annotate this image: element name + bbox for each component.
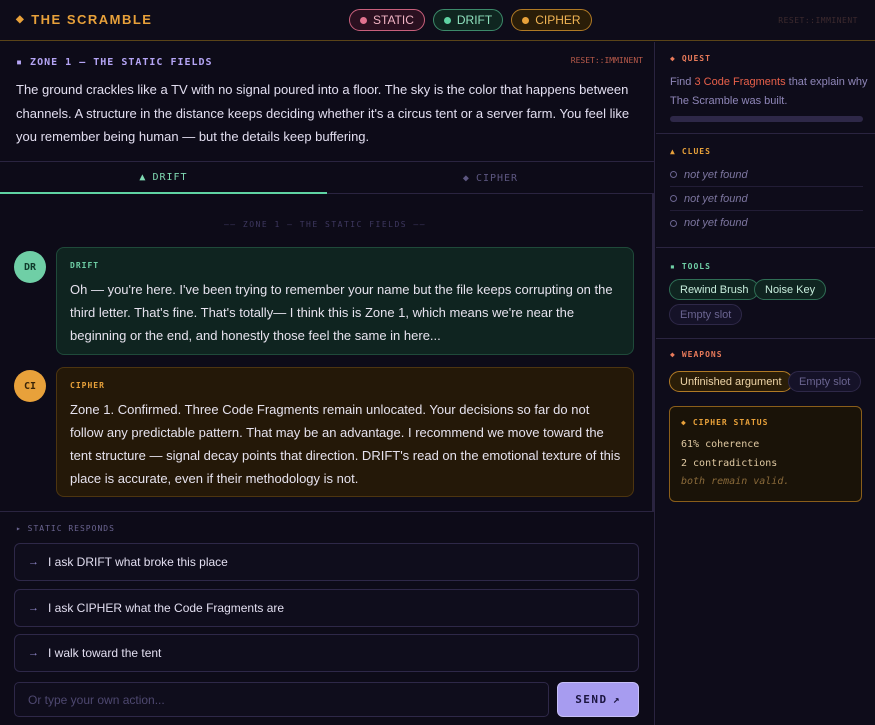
sidebar: ◆ QUEST Find 3 Code Fragments that expla… (656, 42, 875, 725)
scene-intro: ▪ ZONE 1 — THE STATIC FIELDS RESET::IMMI… (0, 42, 655, 162)
weapons-title: WEAPONS (681, 350, 723, 359)
diamond-icon: ◆ (681, 418, 687, 427)
message-text: Zone 1. Confirmed. Three Code Fragments … (70, 402, 621, 486)
message-drift: DRIFT Oh — you're here. I've been trying… (56, 247, 634, 355)
cipher-status-card: ◆ CIPHER STATUS 61% coherence 2 contradi… (669, 406, 862, 502)
tool-rewind-brush[interactable]: Rewind Brush (669, 279, 760, 300)
action-option-1[interactable]: → I ask DRIFT what broke this place (14, 543, 639, 581)
character-chips: STATIC DRIFT CIPHER (349, 9, 592, 31)
clue-text: not yet found (684, 168, 748, 181)
option-label: I ask DRIFT what broke this place (48, 555, 228, 569)
circle-icon (670, 171, 677, 178)
diamond-icon: ◆ (670, 350, 676, 359)
bullet-icon: ▪ (16, 57, 31, 68)
tool-empty-slot[interactable]: Empty slot (669, 304, 743, 325)
chip-cipher[interactable]: CIPHER (511, 9, 592, 31)
cipher-dot-icon (522, 16, 530, 24)
clue-text: not yet found (684, 192, 748, 205)
square-icon: ▪ (670, 262, 676, 271)
message-text: Oh — you're here. I've been trying to re… (70, 282, 613, 343)
quest-description: Find 3 Code Fragments that explain why T… (670, 73, 870, 111)
main-panel: ▪ ZONE 1 — THE STATIC FIELDS RESET::IMMI… (0, 42, 655, 725)
tab-cipher-label: CIPHER (475, 172, 519, 184)
arrow-right-icon: → (28, 647, 39, 659)
responds-title: STATIC RESPONDS (27, 524, 115, 533)
option-label: I ask CIPHER what the Code Fragments are (48, 601, 285, 615)
clue-text: not yet found (684, 217, 748, 229)
diamond-icon: ◆ (670, 54, 676, 63)
avatar-cipher: CI (14, 370, 46, 402)
arrow-right-icon: → (28, 602, 39, 614)
message-author: DRIFT (70, 261, 100, 270)
chip-static-label: STATIC (373, 13, 414, 27)
quest-title: QUEST (681, 54, 711, 63)
tools-title: TOOLS (681, 262, 711, 271)
companion-tabs: ▲ DRIFT ◆ CIPHER (0, 162, 655, 194)
chip-drift-label: DRIFT (456, 13, 493, 27)
responds-label: ▸ STATIC RESPONDS (16, 524, 115, 533)
message-author: CIPHER (70, 381, 105, 390)
quest-highlight: 3 Code Fragments (694, 76, 786, 88)
drift-dot-icon (443, 16, 451, 24)
send-button[interactable]: SEND ↗ (557, 682, 639, 717)
chip-drift[interactable]: DRIFT (432, 9, 504, 31)
action-option-2[interactable]: → I ask CIPHER what the Code Fragments a… (14, 589, 639, 627)
tools-heading: ▪ TOOLS (670, 262, 711, 271)
circle-icon (670, 195, 677, 202)
clue-item: not yet found (670, 163, 863, 187)
status-note: both remain valid. (681, 476, 790, 487)
tab-drift-label: DRIFT (152, 171, 188, 183)
clues-title: CLUES (681, 147, 711, 156)
triangle-icon: ▲ (139, 171, 147, 183)
reset-indicator: RESET::IMMINENT (778, 16, 858, 25)
quest-progress-bar (670, 116, 863, 122)
diamond-icon: ◆ (462, 172, 470, 184)
message-cipher: CIPHER Zone 1. Confirmed. Three Code Fra… (56, 367, 634, 497)
status-coherence: 61% coherence (681, 439, 760, 450)
caret-icon: ▸ (16, 524, 28, 533)
option-label: I walk toward the tent (48, 646, 162, 660)
cipher-status-heading: ◆ CIPHER STATUS (681, 418, 768, 427)
status-contradictions: 2 contradictions (681, 458, 778, 469)
tab-drift[interactable]: ▲ DRIFT (0, 162, 327, 194)
brand: ◆ THE SCRAMBLE (16, 12, 152, 27)
static-dot-icon (360, 16, 367, 24)
quest-text-before: Find (670, 76, 695, 88)
send-label: SEND (575, 693, 608, 706)
tab-cipher[interactable]: ◆ CIPHER (327, 162, 654, 194)
weapon-unfinished-argument[interactable]: Unfinished argument (669, 371, 793, 392)
chip-static[interactable]: STATIC (349, 9, 425, 31)
tool-noise-key[interactable]: Noise Key (754, 279, 827, 300)
diamond-icon: ◆ (16, 14, 26, 25)
avatar-drift: DR (14, 251, 46, 283)
zone-heading: ▪ ZONE 1 — THE STATIC FIELDS (16, 57, 213, 68)
clue-item: not yet found (670, 187, 863, 211)
action-input[interactable] (14, 682, 549, 717)
zone-title: ZONE 1 — THE STATIC FIELDS (30, 57, 213, 68)
quest-heading: ◆ QUEST (670, 54, 711, 63)
brand-title: THE SCRAMBLE (31, 12, 153, 27)
scene-description: The ground crackles like a TV with no si… (16, 82, 630, 144)
circle-icon (670, 219, 677, 227)
triangle-icon: ▲ (670, 147, 676, 156)
arrow-up-right-icon: ↗ (612, 693, 621, 706)
clues-heading: ▲ CLUES (670, 147, 711, 156)
chip-cipher-label: CIPHER (535, 13, 581, 27)
app-header: ◆ THE SCRAMBLE STATIC DRIFT CIPHER RESET… (0, 0, 875, 41)
clue-item: not yet found (670, 211, 863, 235)
weapon-empty-slot[interactable]: Empty slot (788, 371, 862, 392)
quest-section: ◆ QUEST Find 3 Code Fragments that expla… (656, 42, 875, 134)
action-option-3[interactable]: → I walk toward the tent (14, 634, 639, 672)
weapons-heading: ◆ WEAPONS (670, 350, 723, 359)
arrow-right-icon: → (28, 556, 39, 568)
cipher-status-title: CIPHER STATUS (692, 418, 769, 427)
zone-divider: —— ZONE 1 — THE STATIC FIELDS —— (223, 220, 427, 229)
reset-label: RESET::IMMINENT (570, 56, 643, 65)
chat-scrollbar[interactable] (652, 194, 655, 512)
chat-log[interactable]: —— ZONE 1 — THE STATIC FIELDS —— DR DRIF… (0, 194, 655, 512)
